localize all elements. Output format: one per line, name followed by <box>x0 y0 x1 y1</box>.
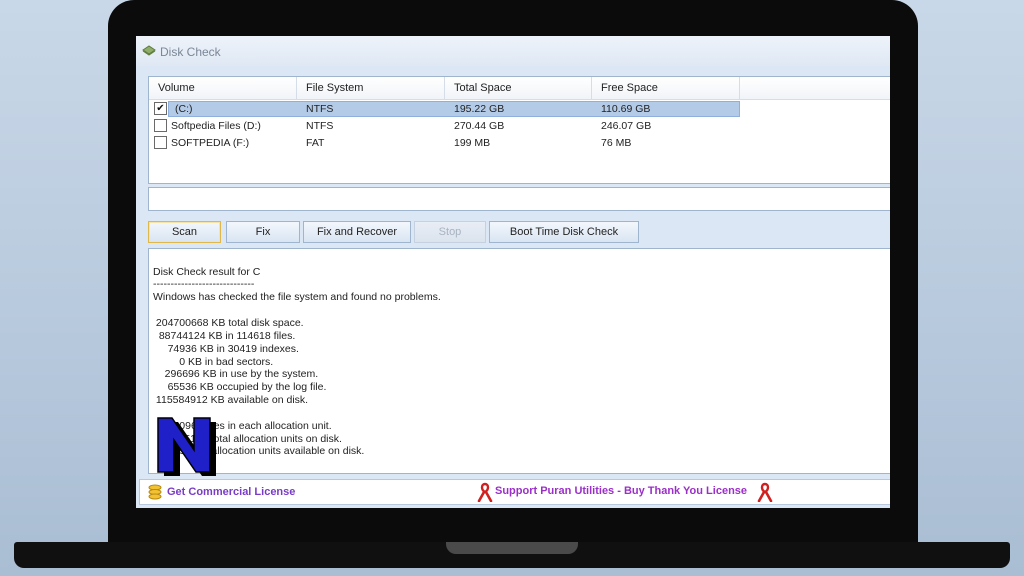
volume-free-space: 110.69 GB <box>601 103 651 115</box>
stop-button[interactable]: Stop <box>414 221 486 243</box>
scan-button[interactable]: Scan <box>148 221 221 243</box>
window-title: Disk Check <box>160 45 221 59</box>
laptop-notch <box>446 542 578 554</box>
result-line: ----------------------------- <box>153 278 255 290</box>
result-output[interactable]: Disk Check result for C ----------------… <box>148 248 890 474</box>
result-line: 74936 KB in 30419 indexes. <box>153 343 299 355</box>
volume-total-space: 199 MB <box>454 137 491 149</box>
column-header-total-space[interactable]: Total Space <box>445 77 592 99</box>
volume-name: Softpedia Files (D:) <box>171 120 261 132</box>
volume-free-space: 246.07 GB <box>601 120 652 132</box>
fix-button[interactable]: Fix <box>226 221 300 243</box>
result-line: 296696 KB in use by the system. <box>153 368 319 380</box>
column-header-free-space[interactable]: Free Space <box>592 77 740 99</box>
volume-name: SOFTPEDIA (F:) <box>171 137 250 149</box>
column-header-volume[interactable]: Volume <box>149 77 297 99</box>
column-header-file-system[interactable]: File System <box>297 77 445 99</box>
status-bar-content: Get Commercial License Support Puran Uti… <box>139 479 890 505</box>
disk-check-icon <box>142 45 156 56</box>
get-commercial-license-link[interactable]: Get Commercial License <box>167 486 295 498</box>
result-line: 115584912 KB available on disk. <box>153 394 309 406</box>
volume-checkbox[interactable]: ✔ <box>154 102 167 115</box>
boot-time-disk-check-button[interactable]: Boot Time Disk Check <box>489 221 639 243</box>
volume-row[interactable]: Softpedia Files (D:) NTFS 270.44 GB 246.… <box>149 118 890 134</box>
result-line: Disk Check result for C <box>153 266 261 278</box>
n-logo-watermark <box>157 417 216 476</box>
title-bar: Disk Check <box>136 36 890 66</box>
status-bar: Get Commercial License Support Puran Uti… <box>136 476 890 508</box>
result-line: 88744124 KB in 114618 files. <box>153 330 296 342</box>
app-window: Disk Check Volume File System Total Spac… <box>136 36 890 508</box>
volume-checkbox[interactable] <box>154 136 167 149</box>
volume-list[interactable]: Volume File System Total Space Free Spac… <box>148 76 890 184</box>
result-line: Windows has checked the file system and … <box>153 291 441 303</box>
volume-list-header: Volume File System Total Space Free Spac… <box>149 77 890 100</box>
volume-name: (C:) <box>175 103 193 115</box>
ribbon-icon <box>477 482 493 502</box>
result-line: 204700668 KB total disk space. <box>153 317 304 329</box>
volume-total-space: 195.22 GB <box>454 103 505 115</box>
result-line: 65536 KB occupied by the log file. <box>153 381 327 393</box>
volume-free-space: 76 MB <box>601 137 632 149</box>
fix-and-recover-button[interactable]: Fix and Recover <box>303 221 411 243</box>
volume-total-space: 270.44 GB <box>454 120 505 132</box>
coins-icon <box>148 484 162 500</box>
volume-row[interactable]: SOFTPEDIA (F:) FAT 199 MB 76 MB <box>149 135 890 151</box>
path-input[interactable] <box>148 187 890 211</box>
volume-file-system: FAT <box>306 137 325 149</box>
main-panel: Volume File System Total Space Free Spac… <box>136 66 890 508</box>
volume-file-system: NTFS <box>306 103 334 115</box>
result-line: 0 KB in bad sectors. <box>153 356 274 368</box>
volume-row[interactable]: ✔ (C:) NTFS 195.22 GB 110.69 GB <box>149 101 890 117</box>
support-purchase-link[interactable]: Support Puran Utilities - Buy Thank You … <box>495 485 747 497</box>
volume-file-system: NTFS <box>306 120 334 132</box>
volume-checkbox[interactable] <box>154 119 167 132</box>
ribbon-icon <box>757 482 773 502</box>
